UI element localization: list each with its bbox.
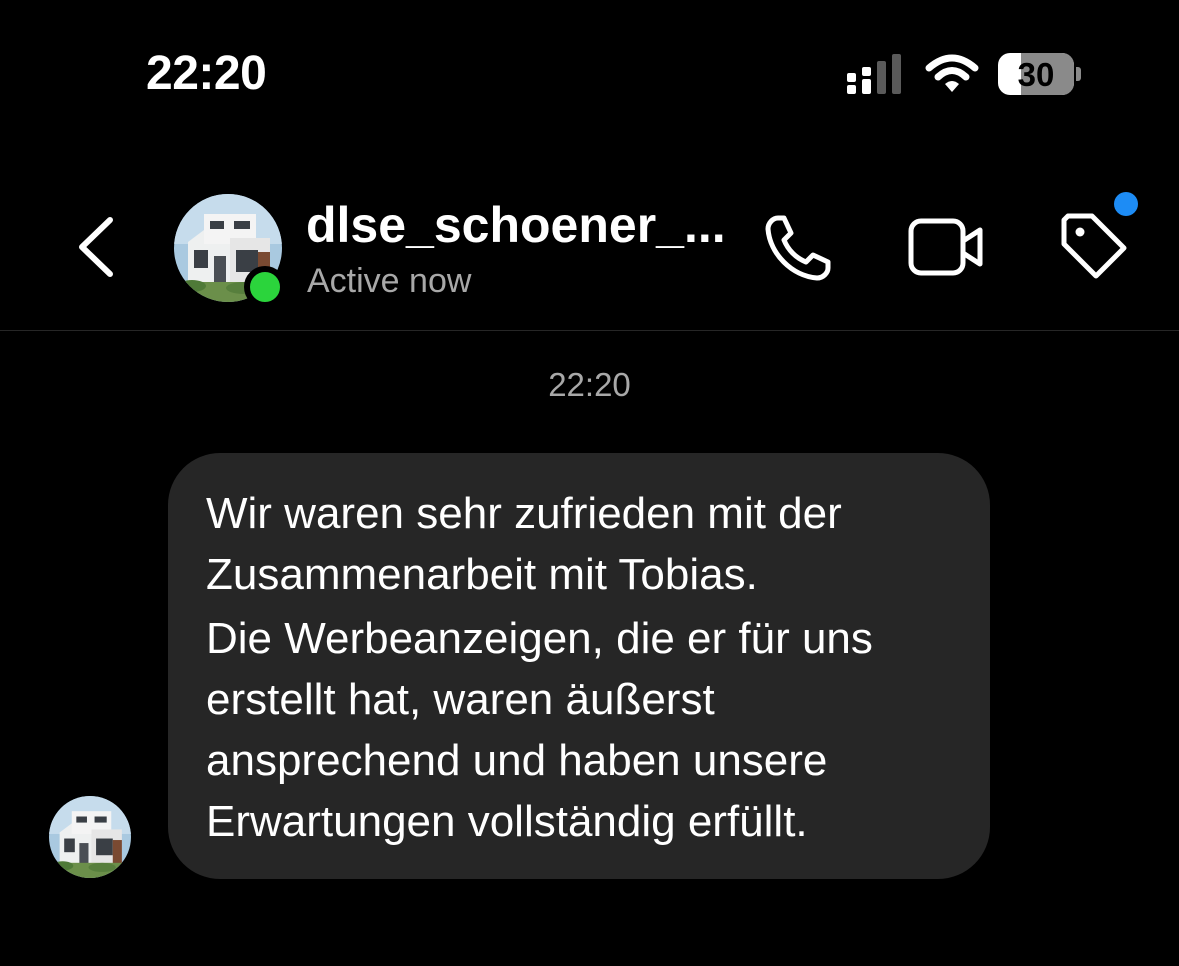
cellular-signal-icon [847, 54, 901, 94]
back-chevron-icon[interactable] [74, 214, 118, 280]
video-camera-icon[interactable] [906, 214, 986, 280]
online-status-indicator [244, 266, 286, 308]
message-timestamp: 22:20 [548, 366, 631, 403]
sender-avatar[interactable] [49, 796, 131, 878]
battery-level: 30 [1017, 56, 1055, 93]
battery-body: 30 [998, 53, 1074, 95]
message-paragraph: Wir waren sehr zufrieden mit der Zusamme… [206, 489, 842, 599]
battery-icon: 30 [998, 53, 1082, 95]
contact-username[interactable]: dlse_schoener_... [306, 196, 726, 254]
phone-icon[interactable] [762, 212, 836, 284]
message-bubble[interactable]: Wir waren sehr zufrieden mit der Zusamme… [168, 453, 990, 879]
message-paragraph: Die Werbeanzeigen, die er für uns erstel… [206, 614, 873, 846]
wifi-icon [925, 54, 979, 92]
notification-dot [1114, 192, 1138, 216]
header-divider [0, 330, 1179, 331]
battery-tip [1076, 67, 1081, 81]
contact-active-status: Active now [307, 262, 472, 300]
house-photo-icon [49, 796, 131, 878]
status-bar-time: 22:20 [146, 47, 267, 100]
tag-icon[interactable] [1056, 210, 1130, 284]
